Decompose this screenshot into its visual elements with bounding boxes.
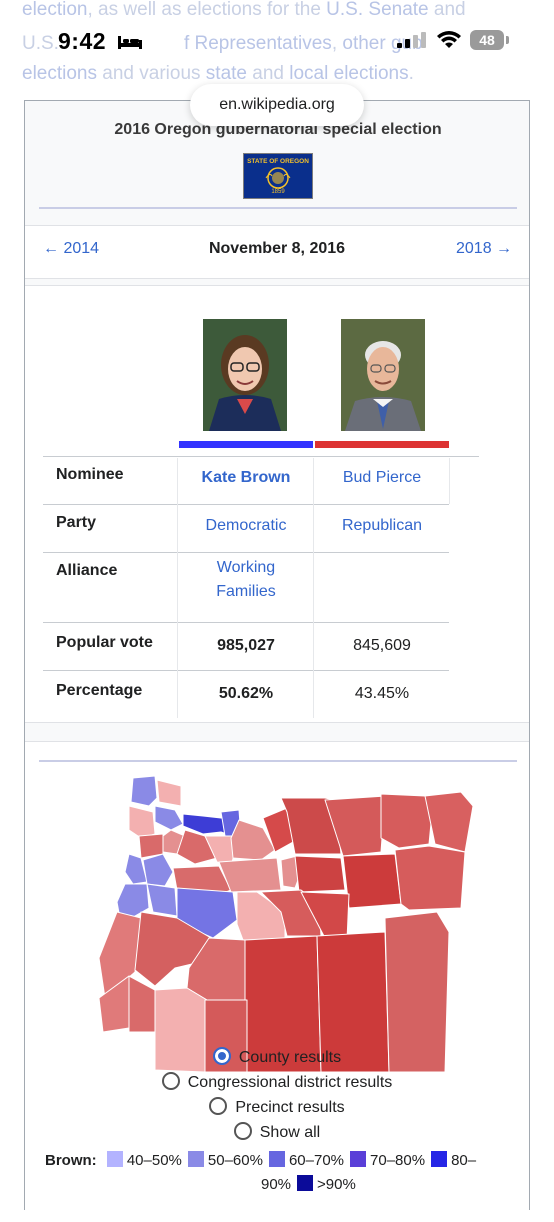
election-infobox: 2016 Oregon gubernatorial special electi… xyxy=(24,100,530,1222)
candidate1-alliance[interactable]: Working Families xyxy=(196,556,296,604)
legend-swatch xyxy=(268,1151,285,1168)
legend-title: Brown: xyxy=(45,1152,97,1169)
table-row-divider xyxy=(43,670,449,671)
table-row-divider xyxy=(43,622,449,623)
legend-label: 90% xyxy=(261,1176,292,1193)
link-elections[interactable]: elections xyxy=(22,63,97,84)
map-legend-line2: 90% >90% xyxy=(261,1175,356,1193)
election-nav: ← 2014 November 8, 2016 2018 → xyxy=(25,225,529,279)
link-election[interactable]: election xyxy=(22,0,88,20)
divider xyxy=(39,207,517,209)
table-column-divider xyxy=(313,458,314,718)
radio-label: Show all xyxy=(259,1124,321,1142)
legend-label: 40–50% xyxy=(126,1152,182,1169)
row-label: Percentage xyxy=(56,682,143,699)
row-label: Nominee xyxy=(56,466,124,483)
text-span: and xyxy=(428,0,466,20)
candidate1-party[interactable]: Democratic xyxy=(179,514,313,538)
table-row-divider xyxy=(43,552,449,553)
legend-items: 40–50% 50–60% 60–70% 70–80% 80– xyxy=(101,1151,477,1169)
battery-nub xyxy=(506,36,509,44)
status-bar: 9:42 48 xyxy=(0,20,554,64)
row-label: Alliance xyxy=(56,562,118,579)
legend-swatch xyxy=(187,1151,204,1168)
link-state[interactable]: state xyxy=(206,63,247,84)
map-section: County results Congressional district re… xyxy=(25,741,529,1222)
text-span: . xyxy=(408,63,414,84)
bud-pierce-photo[interactable] xyxy=(341,319,425,431)
legend-items: 90% >90% xyxy=(261,1175,356,1193)
next-election-link[interactable]: 2018 → xyxy=(456,240,512,258)
legend-label: 50–60% xyxy=(207,1152,263,1169)
candidate2-popular-vote: 845,609 xyxy=(353,637,411,654)
legend-label: >90% xyxy=(317,1176,356,1193)
radio-show-all[interactable]: Show all xyxy=(25,1122,529,1142)
table-column-divider xyxy=(449,458,450,504)
candidate2-nominee[interactable]: Bud Pierce xyxy=(315,466,449,490)
text-span: , as well as elections for the xyxy=(87,0,327,20)
cellular-signal-icon xyxy=(397,32,426,48)
radio-county-results[interactable]: County results xyxy=(25,1047,529,1067)
legend-label: 70–80% xyxy=(370,1152,426,1169)
candidate1-nominee[interactable]: Kate Brown xyxy=(179,466,313,490)
legend-swatch xyxy=(106,1151,123,1168)
divider xyxy=(39,760,517,762)
legend-label: 60–70% xyxy=(288,1152,345,1169)
flag-year: 1859 xyxy=(271,189,285,195)
radio-label: Precinct results xyxy=(235,1099,345,1117)
party-color-bar xyxy=(315,441,449,448)
legend-label: 80– xyxy=(451,1152,477,1169)
candidates-section: Nominee Kate Brown Bud Pierce Party Democrat… xyxy=(25,285,529,723)
text-span: and xyxy=(247,63,290,84)
candidate2-percentage: 43.45% xyxy=(354,685,410,702)
link-local-elections[interactable]: local elections xyxy=(289,63,408,84)
row-label: Popular vote xyxy=(56,634,153,651)
radio-label: County results xyxy=(238,1049,342,1067)
radio-button-checked-icon[interactable] xyxy=(212,1047,231,1065)
party-color-bar xyxy=(179,441,313,448)
legend-swatch xyxy=(431,1151,448,1168)
radio-congressional-results[interactable]: Congressional district results xyxy=(25,1072,529,1092)
row-label: Party xyxy=(56,514,97,531)
kate-brown-photo[interactable] xyxy=(203,319,287,431)
county-shapes xyxy=(98,775,474,1072)
table-column-divider xyxy=(177,458,178,718)
radio-label: Congressional district results xyxy=(187,1074,393,1092)
link-us-senate[interactable]: U.S. Senate xyxy=(326,0,428,20)
radio-precinct-results[interactable]: Precinct results xyxy=(25,1097,529,1117)
candidate-portrait-icon xyxy=(203,319,287,431)
candidate2-party[interactable]: Republican xyxy=(315,514,449,538)
candidate1-percentage: 50.62% xyxy=(218,685,274,702)
oregon-flag-image[interactable]: STATE OF OREGON 1859 xyxy=(243,153,313,199)
url-bar[interactable]: en.wikipedia.org xyxy=(190,84,364,126)
table-row-divider xyxy=(43,504,449,505)
election-date: November 8, 2016 xyxy=(208,240,346,257)
legend-swatch xyxy=(297,1175,314,1192)
legend-swatch xyxy=(350,1151,367,1168)
radio-button-icon[interactable] xyxy=(209,1097,228,1115)
candidate-portrait-icon xyxy=(341,319,425,431)
radio-button-icon[interactable] xyxy=(161,1072,180,1090)
bed-icon xyxy=(118,36,142,49)
county-results-map[interactable] xyxy=(25,772,529,1072)
candidate1-popular-vote: 985,027 xyxy=(217,637,275,654)
radio-button-icon[interactable] xyxy=(233,1122,252,1140)
table-row-divider xyxy=(43,456,479,457)
map-legend: Brown: 40–50% 50–60% 60–70% 70–80% 80– xyxy=(45,1151,477,1169)
text-span: and various xyxy=(97,63,206,84)
wifi-icon xyxy=(437,31,461,48)
battery-indicator: 48 xyxy=(470,30,504,50)
status-time: 9:42 xyxy=(58,28,107,54)
